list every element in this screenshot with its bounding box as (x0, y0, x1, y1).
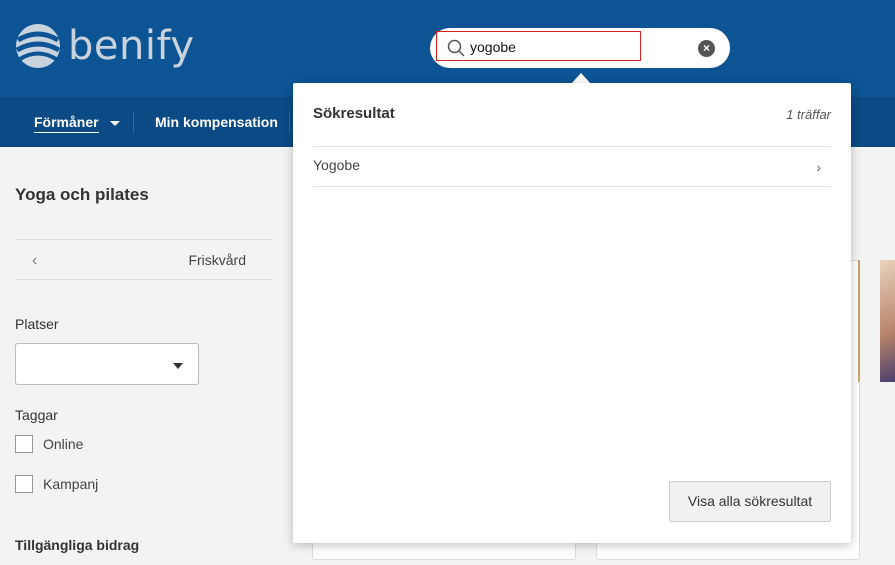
card-image[interactable] (880, 260, 895, 382)
search-icon (447, 39, 465, 57)
search-results-dropdown: Sökresultat 1 träffar Yogobe › Visa alla… (293, 83, 851, 543)
benify-logo[interactable]: benify (14, 22, 195, 70)
tag-kampanj[interactable]: Kampanj (15, 475, 98, 493)
tag-label: Kampanj (43, 476, 99, 492)
breadcrumb-label[interactable]: Friskvård (188, 252, 246, 268)
nav-divider (133, 111, 134, 133)
checkbox-kampanj[interactable] (15, 475, 33, 493)
nav-item-label: Förmåner (34, 114, 99, 133)
logo-text: benify (68, 23, 195, 69)
globe-logo-icon (15, 24, 61, 68)
breadcrumb[interactable]: ‹ Friskvård (15, 239, 272, 280)
taggar-label: Taggar (15, 407, 58, 423)
close-icon[interactable]: × (698, 40, 715, 57)
search-result-label: Yogobe (313, 157, 360, 173)
nav-item-min-kompensation[interactable]: Min kompensation (155, 97, 278, 147)
checkbox-online[interactable] (15, 435, 33, 453)
tillgangliga-bidrag-label: Tillgängliga bidrag (15, 537, 140, 553)
chevron-left-icon[interactable]: ‹ (32, 252, 37, 270)
nav-item-label: Min kompensation (155, 114, 278, 130)
tag-label: Online (43, 436, 84, 452)
nav-divider (289, 111, 290, 133)
search-result-item[interactable]: Yogobe › (313, 147, 831, 187)
platser-label: Platser (15, 316, 59, 332)
search-input[interactable] (470, 36, 630, 58)
search-results-count: 1 träffar (786, 107, 831, 122)
divider (313, 186, 831, 187)
nav-item-formaner[interactable]: Förmåner (34, 97, 121, 147)
chevron-right-icon: › (816, 159, 821, 175)
tag-online[interactable]: Online (15, 435, 83, 453)
show-all-results-button[interactable]: Visa alla sökresultat (669, 481, 831, 522)
card-image (858, 260, 860, 382)
chevron-down-icon (110, 120, 121, 126)
chevron-down-icon (173, 363, 183, 369)
search-results-title: Sökresultat (313, 105, 395, 122)
search-bar[interactable]: × (430, 28, 730, 68)
page-title: Yoga och pilates (15, 185, 149, 204)
platser-select[interactable] (15, 343, 199, 385)
